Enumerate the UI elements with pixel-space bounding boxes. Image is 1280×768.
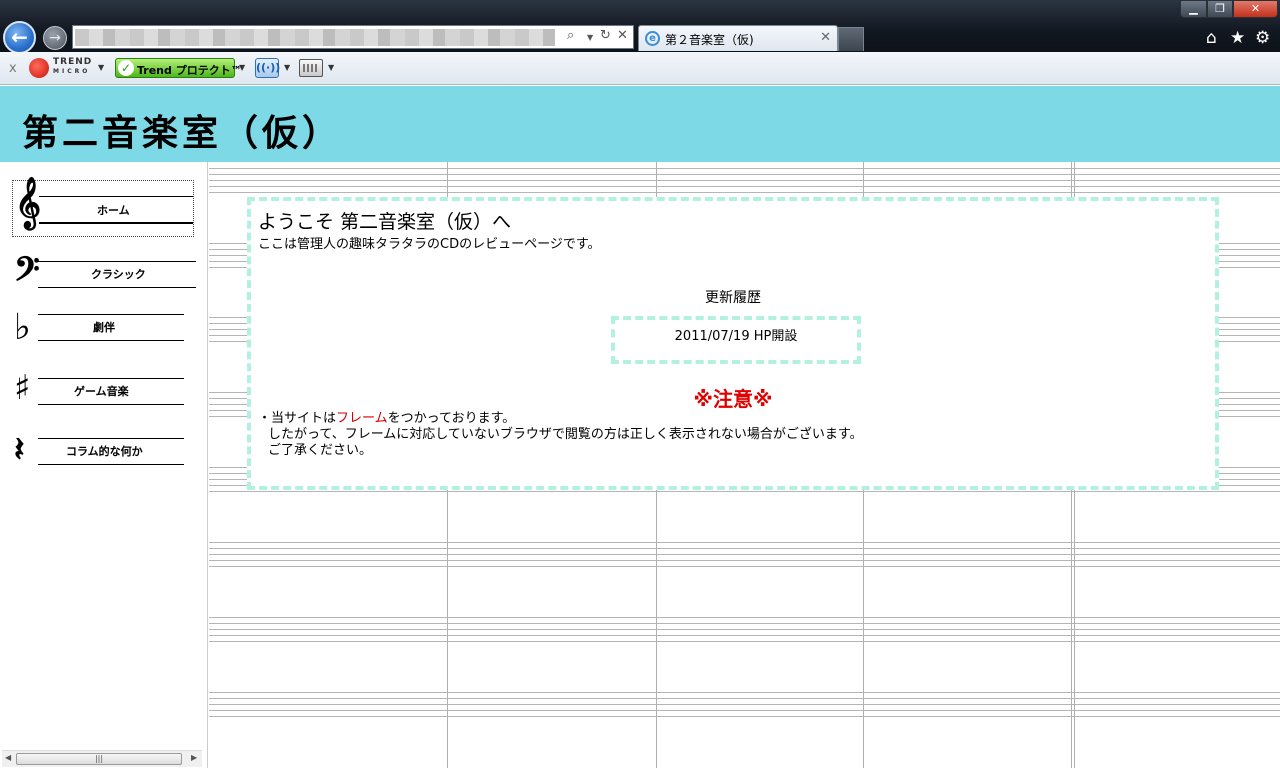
staff-line xyxy=(38,378,184,379)
nav-horizontal-scrollbar[interactable]: ◀ ||| ▶ xyxy=(2,750,202,767)
history-entry: 2011/07/19 HP開設 xyxy=(674,329,798,344)
notice-text: ・当サイトはフレームをつかっております。 したがって、フレームに対応していないブ… xyxy=(258,411,863,459)
staff-line xyxy=(38,404,184,405)
trend-micro-logo-icon[interactable] xyxy=(29,58,49,78)
close-window-button[interactable]: ✕ xyxy=(1233,0,1278,18)
toolbar-close-icon[interactable]: x xyxy=(9,61,17,76)
site-title: 第二音楽室（仮） xyxy=(22,112,343,154)
staff-line xyxy=(38,261,196,262)
notice-line-1-prefix: ・当サイトは xyxy=(258,411,337,426)
nav-item-classic[interactable]: 𝄢 クラシック xyxy=(12,250,196,298)
staff-line xyxy=(39,222,193,224)
home-icon[interactable]: ⌂ xyxy=(1206,28,1217,48)
stop-icon[interactable]: ✕ xyxy=(617,28,628,43)
trend-wordmark-line1: TREND xyxy=(53,57,93,67)
staff-line xyxy=(38,287,196,288)
browser-titlebar: ← → ⌕ ▼ ↻ ✕ e 第２音楽室（仮) ✕ ▁ ❐ ✕ ⌂ ★ ⚙ xyxy=(0,0,1280,54)
scroll-right-icon[interactable]: ▶ xyxy=(191,753,197,762)
nav-item-label: 劇伴 xyxy=(93,321,115,334)
staff-line xyxy=(38,314,184,315)
trend-protect-label: Trend プロテクト™ xyxy=(137,64,242,77)
keyboard-icon[interactable] xyxy=(299,59,323,77)
trend-protect-button[interactable]: ✓ Trend プロテクト™ xyxy=(115,58,242,78)
nav-frame: 𝄞 ホーム 𝄢 クラシック ♭ 劇伴 ♯ ゲーム音楽 𝄽 コラム的な何か ◀ |… xyxy=(0,162,208,768)
dropdown-arrow-icon[interactable]: ▼ xyxy=(98,63,104,72)
treble-clef-icon: 𝄞 xyxy=(15,177,42,228)
welcome-title: ようこそ 第二音楽室（仮）へ xyxy=(258,211,512,233)
sharp-sign-icon: ♯ xyxy=(14,368,31,408)
address-bar[interactable]: ⌕ ▼ ↻ ✕ xyxy=(72,25,634,49)
ie-page-icon: e xyxy=(645,31,660,46)
gear-icon[interactable]: ⚙ xyxy=(1255,28,1270,48)
restore-button[interactable]: ❐ xyxy=(1207,0,1233,18)
nav-item-gekiban[interactable]: ♭ 劇伴 xyxy=(12,306,196,352)
bass-clef-icon: 𝄢 xyxy=(14,250,40,297)
tab-current[interactable]: e 第２音楽室（仮) ✕ xyxy=(638,25,838,51)
tab-close-icon[interactable]: ✕ xyxy=(820,30,831,45)
quarter-rest-icon: 𝄽 xyxy=(14,430,25,470)
scrollbar-thumb[interactable]: ||| xyxy=(16,753,182,765)
site-header: 第二音楽室（仮） xyxy=(0,86,1280,162)
nav-item-game-music[interactable]: ♯ ゲーム音楽 xyxy=(12,368,196,414)
notice-heading: ※注意※ xyxy=(693,387,773,411)
minimize-button[interactable]: ▁ xyxy=(1180,0,1207,18)
staff-line xyxy=(38,464,184,465)
arrow-left-icon: ← xyxy=(11,25,28,49)
rss-feed-icon[interactable]: ((·)) xyxy=(255,58,280,78)
nav-item-label: コラム的な何か xyxy=(66,445,143,458)
dropdown-arrow-icon[interactable]: ▼ xyxy=(328,63,334,72)
trend-micro-wordmark[interactable]: TREND MICRO xyxy=(53,58,92,76)
nav-item-label: ホーム xyxy=(97,204,130,217)
notice-line-1: ・当サイトはフレームをつかっております。 xyxy=(258,411,863,427)
arrow-right-icon: → xyxy=(49,30,61,46)
staff-line xyxy=(38,340,184,341)
notice-line-2: したがって、フレームに対応していないブラウザで閲覧の方は正しく表示されない場合が… xyxy=(268,427,863,442)
welcome-box: ようこそ 第二音楽室（仮）へ ここは管理人の趣味タラタラのCDのレビューページで… xyxy=(247,197,1219,490)
nav-item-label: クラシック xyxy=(91,268,146,281)
forward-button[interactable]: → xyxy=(43,26,67,50)
notice-line-1-suffix: をつかっております。 xyxy=(387,411,516,426)
search-icon[interactable]: ⌕ xyxy=(567,28,574,43)
back-button[interactable]: ← xyxy=(3,21,36,54)
nav-item-home[interactable]: 𝄞 ホーム xyxy=(12,177,194,237)
nav-item-column[interactable]: 𝄽 コラム的な何か xyxy=(12,430,196,474)
blurred-url xyxy=(75,29,555,46)
scroll-left-icon[interactable]: ◀ xyxy=(5,753,11,762)
command-toolbar: x TREND MICRO ▼ ✓ Trend プロテクト™ ▼ ((·)) ▼… xyxy=(0,52,1280,85)
trend-wordmark-line2: MICRO xyxy=(53,68,91,75)
history-heading: 更新履歴 xyxy=(705,290,761,306)
tab-title: 第２音楽室（仮) xyxy=(665,33,754,47)
dropdown-arrow-icon[interactable]: ▼ xyxy=(587,33,593,42)
flat-sign-icon: ♭ xyxy=(14,306,31,348)
checkmark-icon: ✓ xyxy=(118,60,134,76)
dropdown-arrow-icon[interactable]: ▼ xyxy=(284,63,290,72)
refresh-icon[interactable]: ↻ xyxy=(600,28,611,43)
main-frame: ようこそ 第二音楽室（仮）へ ここは管理人の趣味タラタラのCDのレビューページで… xyxy=(209,162,1280,768)
new-tab-button[interactable] xyxy=(838,27,864,51)
frame-link[interactable]: フレーム xyxy=(336,411,388,426)
welcome-subtitle: ここは管理人の趣味タラタラのCDのレビューページです。 xyxy=(258,237,601,252)
staff-line xyxy=(39,196,193,197)
favorites-star-icon[interactable]: ★ xyxy=(1230,28,1245,48)
history-box: 2011/07/19 HP開設 xyxy=(611,316,861,364)
nav-item-label: ゲーム音楽 xyxy=(74,385,129,398)
staff-line xyxy=(38,438,184,439)
dropdown-arrow-icon[interactable]: ▼ xyxy=(239,63,245,72)
notice-line-3: ご了承ください。 xyxy=(268,443,373,458)
